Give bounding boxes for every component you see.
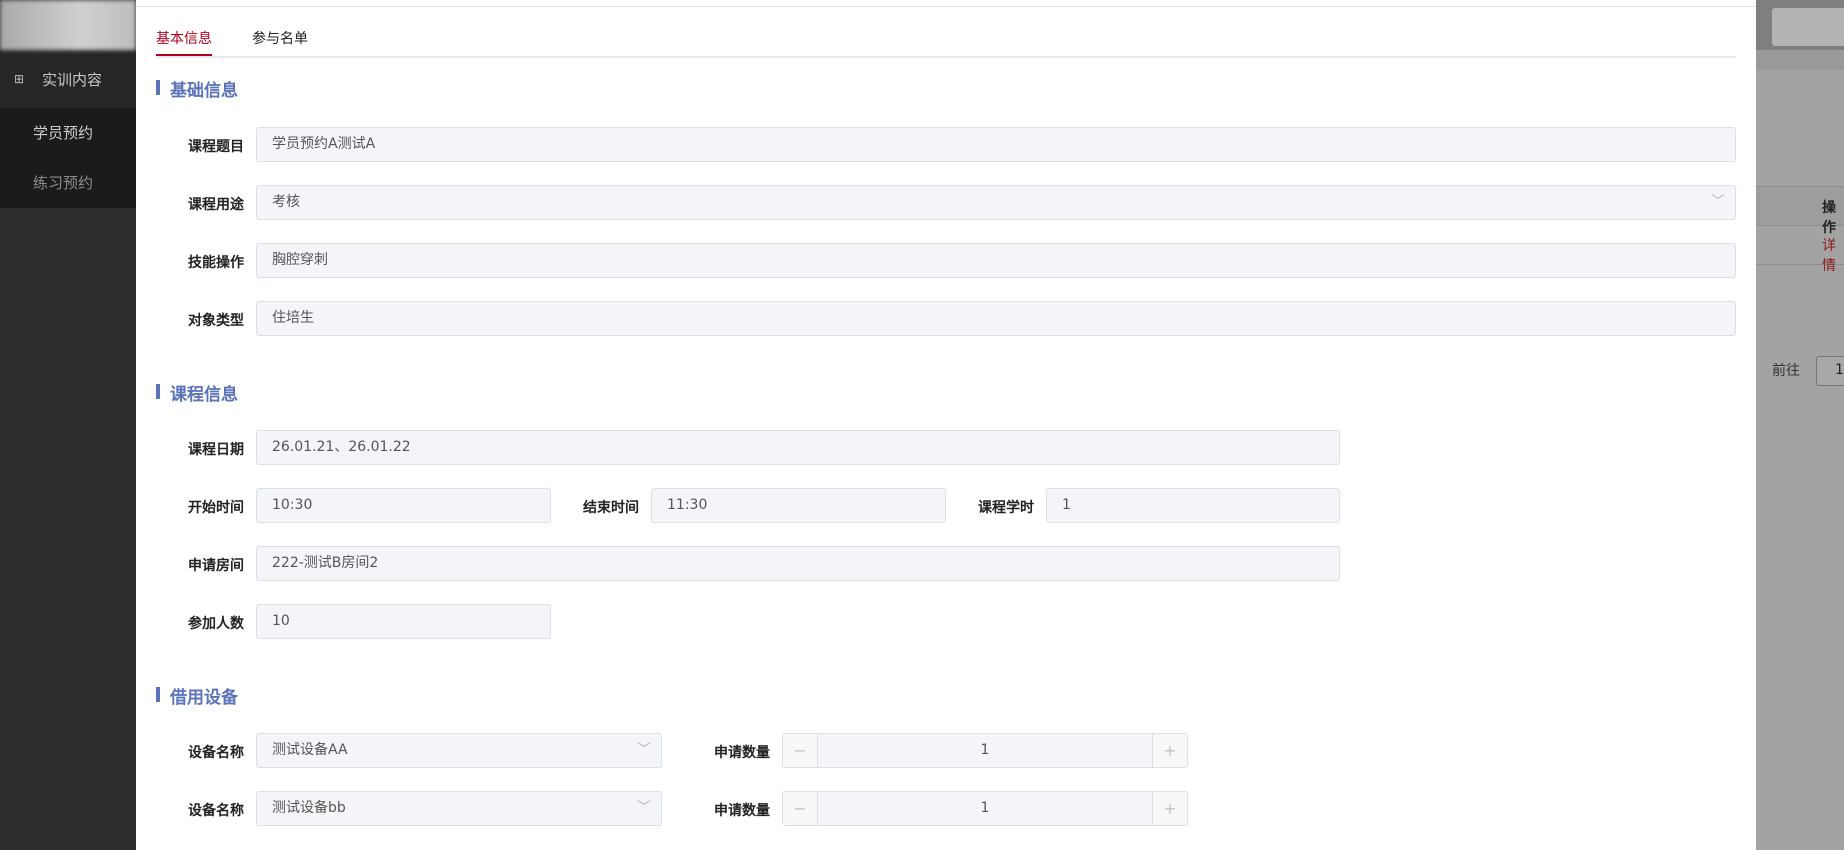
background-page: 操作 详情 前往 1 [1756, 0, 1844, 850]
course-date-label: 课程日期 [188, 442, 244, 458]
course-title-value: 学员预约A测试A [272, 136, 376, 152]
course-purpose-label: 课程用途 [188, 197, 244, 213]
start-time-field[interactable]: 10:30 [256, 488, 551, 523]
table-header: 操作 [1756, 186, 1844, 236]
section-title-basic: 基础信息 [156, 76, 238, 101]
room-field[interactable]: 222-测试B房间2 [256, 546, 1340, 581]
request-quantity-label: 申请数量 [714, 803, 770, 819]
equipment-name-select[interactable]: 测试设备bb ﹀ [256, 791, 662, 826]
sidebar-group-label: 实训内容 [42, 70, 103, 89]
course-hours-value: 1 [1062, 497, 1071, 513]
equipment-name-select[interactable]: 测试设备AA ﹀ [256, 733, 662, 768]
details-link[interactable]: 详情 [1822, 235, 1844, 275]
minus-icon[interactable]: − [783, 792, 818, 825]
sitemap-icon: ⊞ [14, 72, 25, 86]
equipment-name-value: 测试设备bb [272, 800, 346, 816]
course-hours-field[interactable]: 1 [1046, 488, 1340, 523]
chevron-down-icon: ﹀ [637, 800, 651, 816]
equipment-name-value: 测试设备AA [272, 742, 348, 758]
skill-operation-label: 技能操作 [188, 255, 244, 271]
sidebar: ⊞ 实训内容 学员预约 练习预约 [0, 0, 136, 850]
equipment-name-label: 设备名称 [188, 745, 244, 761]
skill-operation-field[interactable]: 胸腔穿刺 [256, 243, 1736, 278]
participant-count-label: 参加人数 [188, 616, 244, 632]
pager-page-value: 1 [1835, 362, 1844, 378]
target-type-label: 对象类型 [188, 313, 244, 329]
participant-count-value: 10 [272, 613, 290, 629]
plus-icon[interactable]: + [1152, 792, 1187, 825]
table-row: 详情 [1756, 224, 1844, 274]
end-time-label: 结束时间 [583, 500, 639, 516]
sidebar-group-training[interactable]: ⊞ 实训内容 [0, 50, 136, 108]
course-purpose-value: 考核 [272, 194, 300, 210]
background-header [1756, 0, 1844, 50]
participant-count-field[interactable]: 10 [256, 604, 551, 639]
course-date-field[interactable]: 26.01.21、26.01.22 [256, 430, 1340, 465]
room-label: 申请房间 [188, 558, 244, 574]
start-time-value: 10:30 [272, 497, 313, 513]
chevron-down-icon: ﹀ [1711, 194, 1725, 210]
sidebar-item-student-booking[interactable]: 学员预约 [0, 108, 136, 158]
target-type-value: 住培生 [272, 310, 314, 326]
quantity-stepper[interactable]: − 1 + [782, 733, 1188, 768]
app-logo [0, 0, 136, 50]
section-title-equipment: 借用设备 [156, 683, 238, 708]
quantity-stepper[interactable]: − 1 + [782, 791, 1188, 826]
user-avatar [1772, 8, 1844, 46]
dialog-header-edge [136, 0, 1756, 7]
course-purpose-select[interactable]: 考核 ﹀ [256, 185, 1736, 220]
pager-goto-label: 前往 [1772, 363, 1800, 379]
course-hours-label: 课程学时 [978, 500, 1034, 516]
room-value: 222-测试B房间2 [272, 555, 379, 571]
equipment-name-label: 设备名称 [188, 803, 244, 819]
plus-icon[interactable]: + [1152, 734, 1187, 767]
start-time-label: 开始时间 [188, 500, 244, 516]
tab-bar: 基本信息 参与名单 [156, 20, 1736, 58]
request-quantity-label: 申请数量 [714, 745, 770, 761]
course-detail-dialog: 基本信息 参与名单 基础信息 课程题目 学员预约A测试A 课程用途 考核 ﹀ 技能… [136, 0, 1756, 850]
quantity-value[interactable]: 1 [818, 792, 1152, 825]
sidebar-item-practice-booking[interactable]: 练习预约 [0, 158, 136, 208]
course-title-field[interactable]: 学员预约A测试A [256, 127, 1736, 162]
minus-icon[interactable]: − [783, 734, 818, 767]
quantity-value[interactable]: 1 [818, 734, 1152, 767]
chevron-down-icon: ﹀ [637, 742, 651, 758]
course-title-label: 课程题目 [188, 139, 244, 155]
course-date-value: 26.01.21、26.01.22 [272, 439, 411, 455]
pager-page-input[interactable]: 1 [1816, 356, 1844, 386]
tab-basic-info[interactable]: 基本信息 [156, 28, 212, 56]
target-type-field[interactable]: 住培生 [256, 301, 1736, 336]
tab-participant-list[interactable]: 参与名单 [252, 28, 308, 48]
section-title-course: 课程信息 [156, 380, 238, 405]
skill-operation-value: 胸腔穿刺 [272, 252, 328, 268]
end-time-field[interactable]: 11:30 [651, 488, 946, 523]
end-time-value: 11:30 [667, 497, 708, 513]
